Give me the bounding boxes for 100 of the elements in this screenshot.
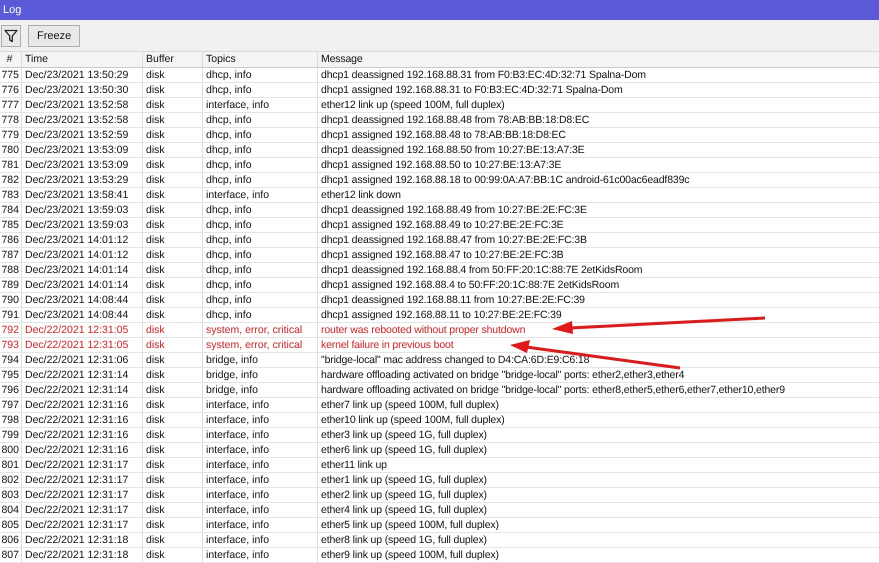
freeze-button[interactable]: Freeze (28, 24, 80, 46)
table-cell-text: ether10 link up (speed 100M, full duplex) (320, 413, 505, 427)
table-cell: disk (143, 173, 203, 187)
table-cell: dhcp, info (203, 278, 318, 292)
table-cell: disk (143, 68, 203, 82)
table-cell: disk (143, 368, 203, 382)
table-cell: 780 (0, 143, 22, 157)
column-header[interactable]: Message (318, 52, 363, 67)
table-cell: dhcp, info (203, 128, 318, 142)
table-cell: system, error, critical (203, 323, 318, 337)
table-cell: disk (143, 218, 203, 232)
table-cell: 795 (0, 368, 22, 382)
table-cell: disk (143, 233, 203, 247)
table-cell: 797 (0, 398, 22, 412)
column-header[interactable]: # (0, 52, 22, 67)
table-cell: disk (143, 128, 203, 142)
table-cell: 802 (0, 473, 22, 487)
table-cell: Dec/22/2021 12:31:16 (22, 413, 143, 427)
table-cell: Dec/23/2021 14:08:44 (22, 308, 143, 322)
table-cell-text: dhcp1 deassigned 192.168.88.47 from 10:27:BE:2E:FC:3B (320, 233, 587, 247)
column-header[interactable]: Topics (203, 52, 318, 67)
table-cell: interface, info (203, 398, 318, 412)
table-cell: disk (143, 323, 203, 337)
table-cell: Dec/23/2021 14:01:12 (22, 248, 143, 262)
table-cell-text: ether11 link up (320, 458, 387, 472)
table-cell: 777 (0, 98, 22, 112)
table-cell: disk (143, 443, 203, 457)
table-cell: 801 (0, 458, 22, 472)
table-cell: Dec/22/2021 12:31:17 (22, 503, 143, 517)
table-cell: disk (143, 353, 203, 367)
table-cell: 785 (0, 218, 22, 232)
table-cell: 787 (0, 248, 22, 262)
table-cell: 784 (0, 203, 22, 217)
table-cell: 799 (0, 428, 22, 442)
table-cell: Dec/23/2021 13:53:09 (22, 143, 143, 157)
table-cell: dhcp, info (203, 248, 318, 262)
table-cell-text: dhcp1 deassigned 192.168.88.4 from 50:FF:20:1C:88:7E 2etKidsRoom (320, 263, 642, 277)
table-cell: 806 (0, 533, 22, 547)
table-cell: dhcp, info (203, 173, 318, 187)
table-cell: disk (143, 158, 203, 172)
table-cell: Dec/23/2021 14:01:14 (22, 278, 143, 292)
column-header[interactable]: Time (22, 52, 143, 67)
table-cell: disk (143, 248, 203, 262)
table-cell-text: kernel failure in previous boot (320, 338, 454, 352)
table-cell-text: dhcp1 assigned 192.168.88.31 to F0:B3:EC:4D:32:71 Spalna-Dom (320, 83, 623, 97)
filter-button[interactable] (1, 24, 21, 46)
table-cell: dhcp, info (203, 293, 318, 307)
table-cell: dhcp, info (203, 113, 318, 127)
table-cell: Dec/23/2021 13:53:29 (22, 173, 143, 187)
table-cell: interface, info (203, 443, 318, 457)
table-cell: Dec/23/2021 13:52:59 (22, 128, 143, 142)
table-cell-text: ether6 link up (speed 1G, full duplex) (320, 443, 487, 457)
table-cell: Dec/22/2021 12:31:18 (22, 548, 143, 562)
table-cell: Dec/23/2021 13:58:41 (22, 188, 143, 202)
table-cell: Dec/22/2021 12:31:17 (22, 458, 143, 472)
table-cell: disk (143, 293, 203, 307)
table-cell: disk (143, 383, 203, 397)
table-cell-text: ether8 link up (speed 1G, full duplex) (320, 533, 487, 547)
table-cell-text: ether9 link up (speed 100M, full duplex) (320, 548, 499, 562)
table-cell: disk (143, 338, 203, 352)
table-cell: dhcp, info (203, 83, 318, 97)
table-cell: interface, info (203, 548, 318, 562)
table-cell: 782 (0, 173, 22, 187)
table-cell: disk (143, 83, 203, 97)
table-cell: bridge, info (203, 353, 318, 367)
table-cell: disk (143, 488, 203, 502)
table-cell: disk (143, 188, 203, 202)
table-cell: Dec/23/2021 13:50:29 (22, 68, 143, 82)
table-cell: interface, info (203, 473, 318, 487)
table-cell: 793 (0, 338, 22, 352)
table-cell: disk (143, 143, 203, 157)
table-cell: 786 (0, 233, 22, 247)
table-cell: Dec/22/2021 12:31:06 (22, 353, 143, 367)
table-cell-text: ether12 link up (speed 100M, full duplex) (320, 98, 505, 112)
table-cell-text: ether7 link up (speed 100M, full duplex) (320, 398, 499, 412)
table-cell: Dec/22/2021 12:31:16 (22, 398, 143, 412)
table-cell: Dec/22/2021 12:31:18 (22, 533, 143, 547)
table-cell: 804 (0, 503, 22, 517)
table-cell: Dec/23/2021 13:50:30 (22, 83, 143, 97)
table-cell: Dec/23/2021 13:59:03 (22, 203, 143, 217)
table-cell-text: ether3 link up (speed 1G, full duplex) (320, 428, 487, 442)
table-cell-text: dhcp1 assigned 192.168.88.47 to 10:27:BE:2E:FC:3B (320, 248, 564, 262)
table-cell: Dec/22/2021 12:31:14 (22, 368, 143, 382)
column-header[interactable]: Buffer (143, 52, 203, 67)
table-cell: 779 (0, 128, 22, 142)
table-cell: interface, info (203, 98, 318, 112)
table-cell: interface, info (203, 428, 318, 442)
table-cell-text: dhcp1 deassigned 192.168.88.50 from 10:27:BE:13:A7:3E (320, 143, 585, 157)
table-cell: disk (143, 473, 203, 487)
table-cell: 800 (0, 443, 22, 457)
table-cell: disk (143, 548, 203, 562)
table-cell: Dec/22/2021 12:31:05 (22, 338, 143, 352)
table-cell: 783 (0, 188, 22, 202)
table-cell-text: ether4 link up (speed 1G, full duplex) (320, 503, 487, 517)
table-cell: bridge, info (203, 368, 318, 382)
table-cell: Dec/22/2021 12:31:17 (22, 473, 143, 487)
table-cell: disk (143, 503, 203, 517)
table-cell: 789 (0, 278, 22, 292)
table-cell: Dec/23/2021 13:52:58 (22, 113, 143, 127)
table-cell: disk (143, 398, 203, 412)
